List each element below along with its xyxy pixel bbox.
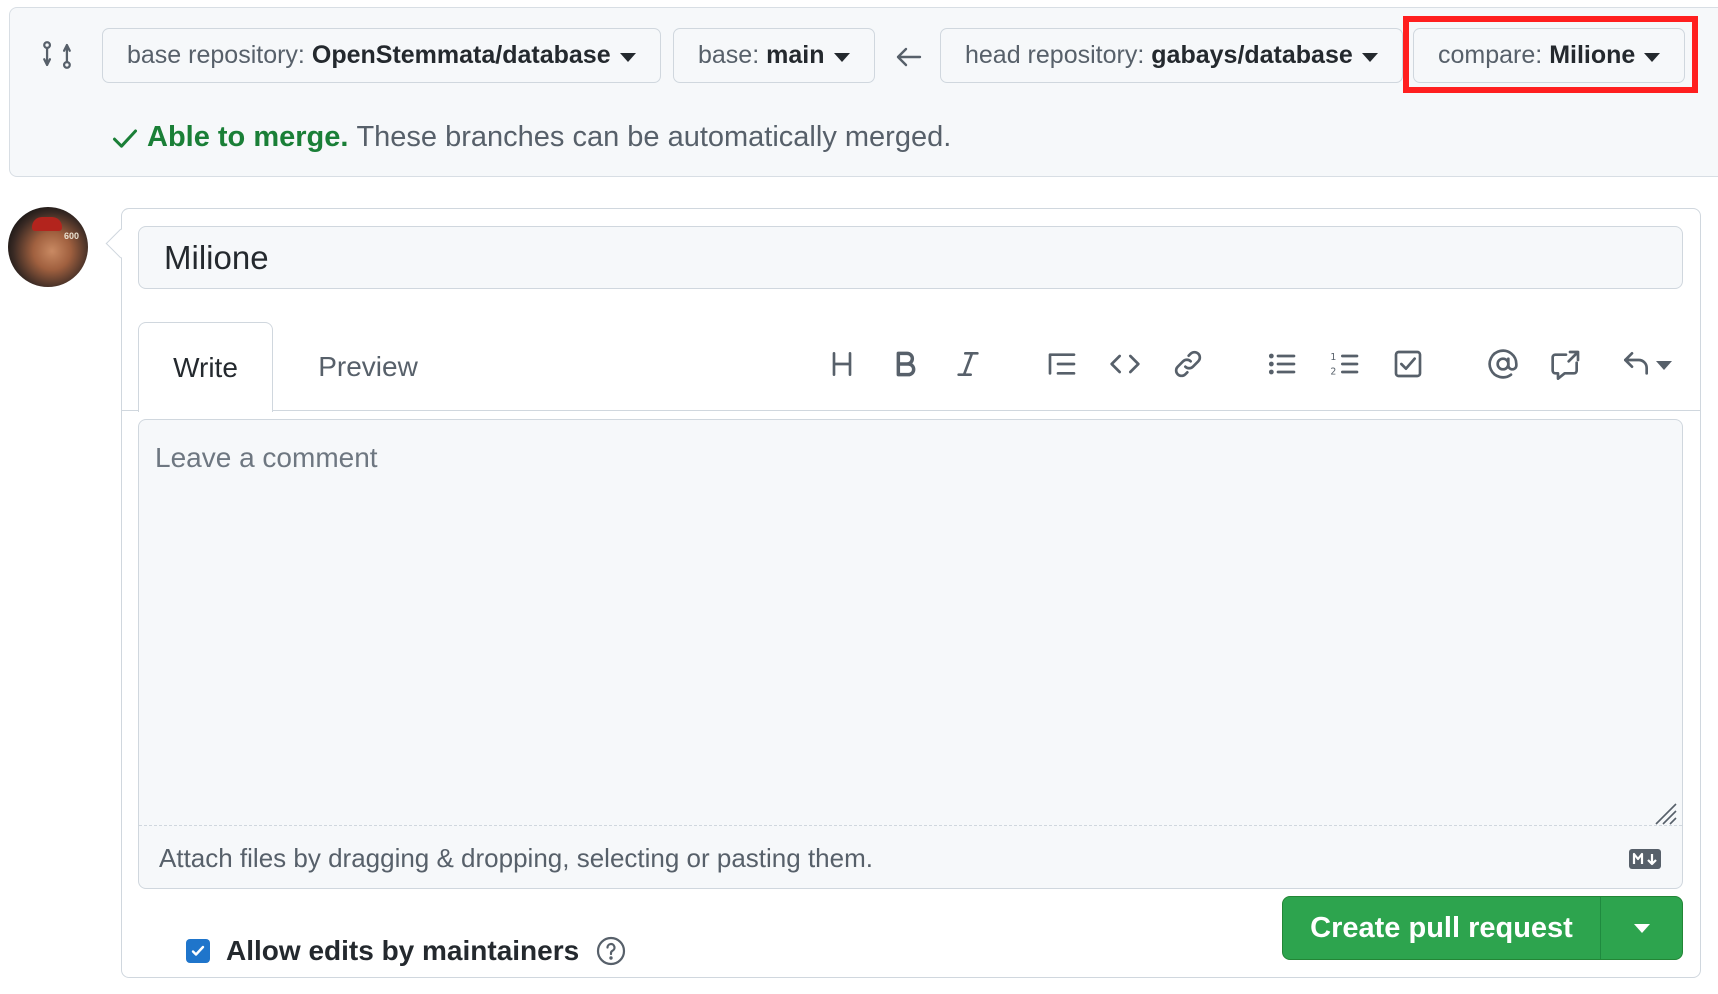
link-icon [1174,350,1202,378]
unordered-list-button[interactable] [1262,344,1302,384]
italic-icon [957,352,979,376]
check-icon [191,945,205,956]
resize-handle-icon[interactable] [1652,800,1678,826]
head-repository-value: gabays/database [1151,41,1353,69]
bold-icon [896,351,916,377]
help-icon[interactable] [595,935,627,967]
comment-textarea[interactable] [139,420,1682,826]
highlight-annotation [1403,16,1698,93]
editor-tabs: Write Preview 12 [122,322,1700,412]
quote-button[interactable] [1042,344,1082,384]
avatar-logo: 600 [64,231,80,241]
tab-write[interactable]: Write [138,322,273,412]
base-repository-value: OpenStemmata/database [311,41,611,69]
chevron-down-icon [1633,923,1650,933]
head-repository-select[interactable]: head repository: gabays/database [940,28,1403,83]
code-icon [1110,354,1140,374]
quote-icon [1048,353,1076,375]
base-branch-label: base: [698,41,760,69]
ordered-list-icon: 12 [1330,352,1359,378]
saved-replies-icon [1624,352,1648,375]
arrow-left-icon [896,47,922,67]
merge-status-headline: Able to merge. [147,121,349,153]
svg-text:2: 2 [1330,367,1336,378]
chevron-down-icon [1361,52,1378,62]
create-pull-request-button[interactable]: Create pull request [1283,897,1601,959]
link-button[interactable] [1168,344,1208,384]
base-repository-label: base repository: [127,41,305,69]
base-repository-select[interactable]: base repository: OpenStemmata/database [102,28,661,83]
unordered-list-icon [1268,353,1296,375]
chevron-down-icon [619,52,636,62]
bold-button[interactable] [885,344,925,384]
heading-button[interactable] [822,344,862,384]
ordered-list-button[interactable]: 12 [1325,344,1365,384]
saved-replies-button[interactable] [1616,344,1676,384]
allow-edits-checkbox[interactable] [186,939,210,963]
task-list-button[interactable] [1388,344,1428,384]
avatar-cap [32,217,62,231]
heading-icon [832,352,852,376]
pull-request-form: Write Preview 12 [121,208,1701,978]
attach-files-hint[interactable]: Attach files by dragging & dropping, sel… [159,843,873,874]
mention-icon [1488,349,1518,379]
title-input[interactable] [138,226,1683,289]
allow-edits-option[interactable]: Allow edits by maintainers [186,935,627,967]
code-button[interactable] [1105,344,1145,384]
create-options-dropdown[interactable] [1601,897,1682,959]
avatar[interactable]: 600 [8,207,88,287]
base-branch-select[interactable]: base: main [673,28,875,83]
cross-reference-button[interactable] [1546,344,1586,384]
chevron-down-icon [1656,361,1672,370]
allow-edits-label: Allow edits by maintainers [226,935,580,966]
merge-status-description: These branches can be automatically merg… [356,121,952,153]
mention-button[interactable] [1483,344,1523,384]
tab-preview[interactable]: Preview [298,322,438,411]
base-branch-value: main [766,41,825,69]
comment-editor: Attach files by dragging & dropping, sel… [138,419,1683,889]
check-icon [112,128,138,148]
merge-status: Able to merge. These branches can be aut… [111,121,951,154]
create-pull-request-group: Create pull request [1282,896,1683,960]
cross-reference-icon [1551,350,1580,380]
head-repository-label: head repository: [965,41,1145,69]
task-list-icon [1394,350,1422,378]
svg-text:1: 1 [1330,352,1336,363]
italic-button[interactable] [948,344,988,384]
chevron-down-icon [833,52,850,62]
markdown-icon[interactable] [1628,848,1662,870]
git-compare-icon [43,41,71,69]
